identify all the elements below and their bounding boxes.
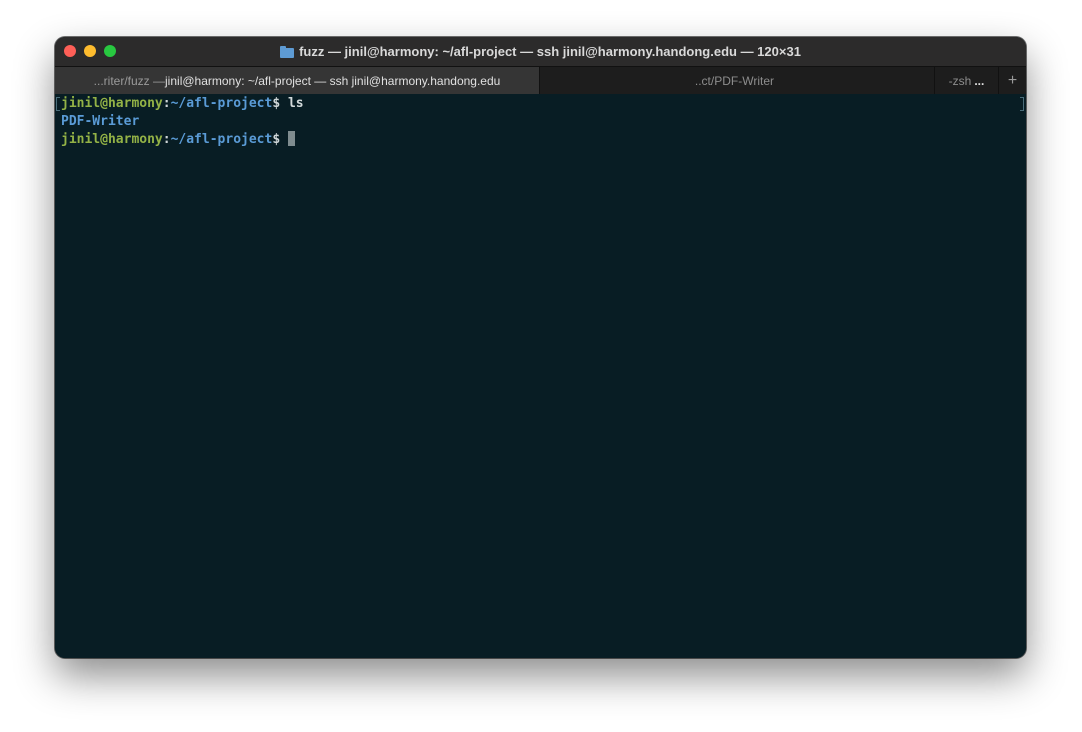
terminal-output[interactable]: jinil@harmony:~/afl-project$ ls PDF-Writ… (55, 94, 1026, 658)
folder-icon (280, 45, 295, 58)
prompt-path: ~/afl-project (170, 132, 273, 147)
tab-label: -zsh (948, 73, 972, 88)
terminal-line: jinil@harmony:~/afl-project$ (61, 131, 1026, 149)
prompt-colon: : (162, 132, 171, 147)
tab-pdf-writer[interactable]: ..ct/PDF-Writer (540, 67, 935, 94)
tab-zsh[interactable]: -zsh ... (935, 67, 999, 94)
directory-entry: PDF-Writer (61, 114, 140, 129)
tab-label: jinil@harmony: ~/afl-project — ssh jinil… (165, 73, 501, 88)
text-cursor (287, 131, 295, 146)
terminal-window: fuzz — jinil@harmony: ~/afl-project — ss… (55, 37, 1026, 658)
title-bar[interactable]: fuzz — jinil@harmony: ~/afl-project — ss… (55, 37, 1026, 66)
tab-prefix: ...riter/fuzz — (93, 73, 166, 88)
prompt-dollar: $ (272, 132, 288, 147)
prompt-path: ~/afl-project (170, 96, 273, 111)
tab-afl-project[interactable]: ...riter/fuzz — jinil@harmony: ~/afl-pro… (55, 67, 540, 94)
window-title-group: fuzz — jinil@harmony: ~/afl-project — ss… (280, 44, 801, 59)
terminal-line: jinil@harmony:~/afl-project$ ls (61, 95, 1026, 113)
tab-bar: ...riter/fuzz — jinil@harmony: ~/afl-pro… (55, 66, 1026, 94)
mark-bracket-left (56, 97, 60, 111)
prompt-dollar: $ (272, 96, 288, 111)
window-title: fuzz — jinil@harmony: ~/afl-project — ss… (299, 44, 801, 59)
mark-bracket-right (1020, 97, 1024, 111)
zoom-button[interactable] (104, 45, 116, 57)
tab-label: ..ct/PDF-Writer (694, 73, 774, 88)
terminal-line: PDF-Writer (61, 113, 1026, 131)
prompt-user: jinil@harmony (61, 132, 163, 147)
new-tab-button[interactable]: + (999, 67, 1026, 94)
close-button[interactable] (64, 45, 76, 57)
command-text: ls (287, 96, 304, 111)
prompt-user: jinil@harmony (61, 96, 163, 111)
tab-overflow-indicator: ... (974, 73, 985, 88)
prompt-colon: : (162, 96, 171, 111)
minimize-button[interactable] (84, 45, 96, 57)
window-controls (64, 45, 116, 57)
